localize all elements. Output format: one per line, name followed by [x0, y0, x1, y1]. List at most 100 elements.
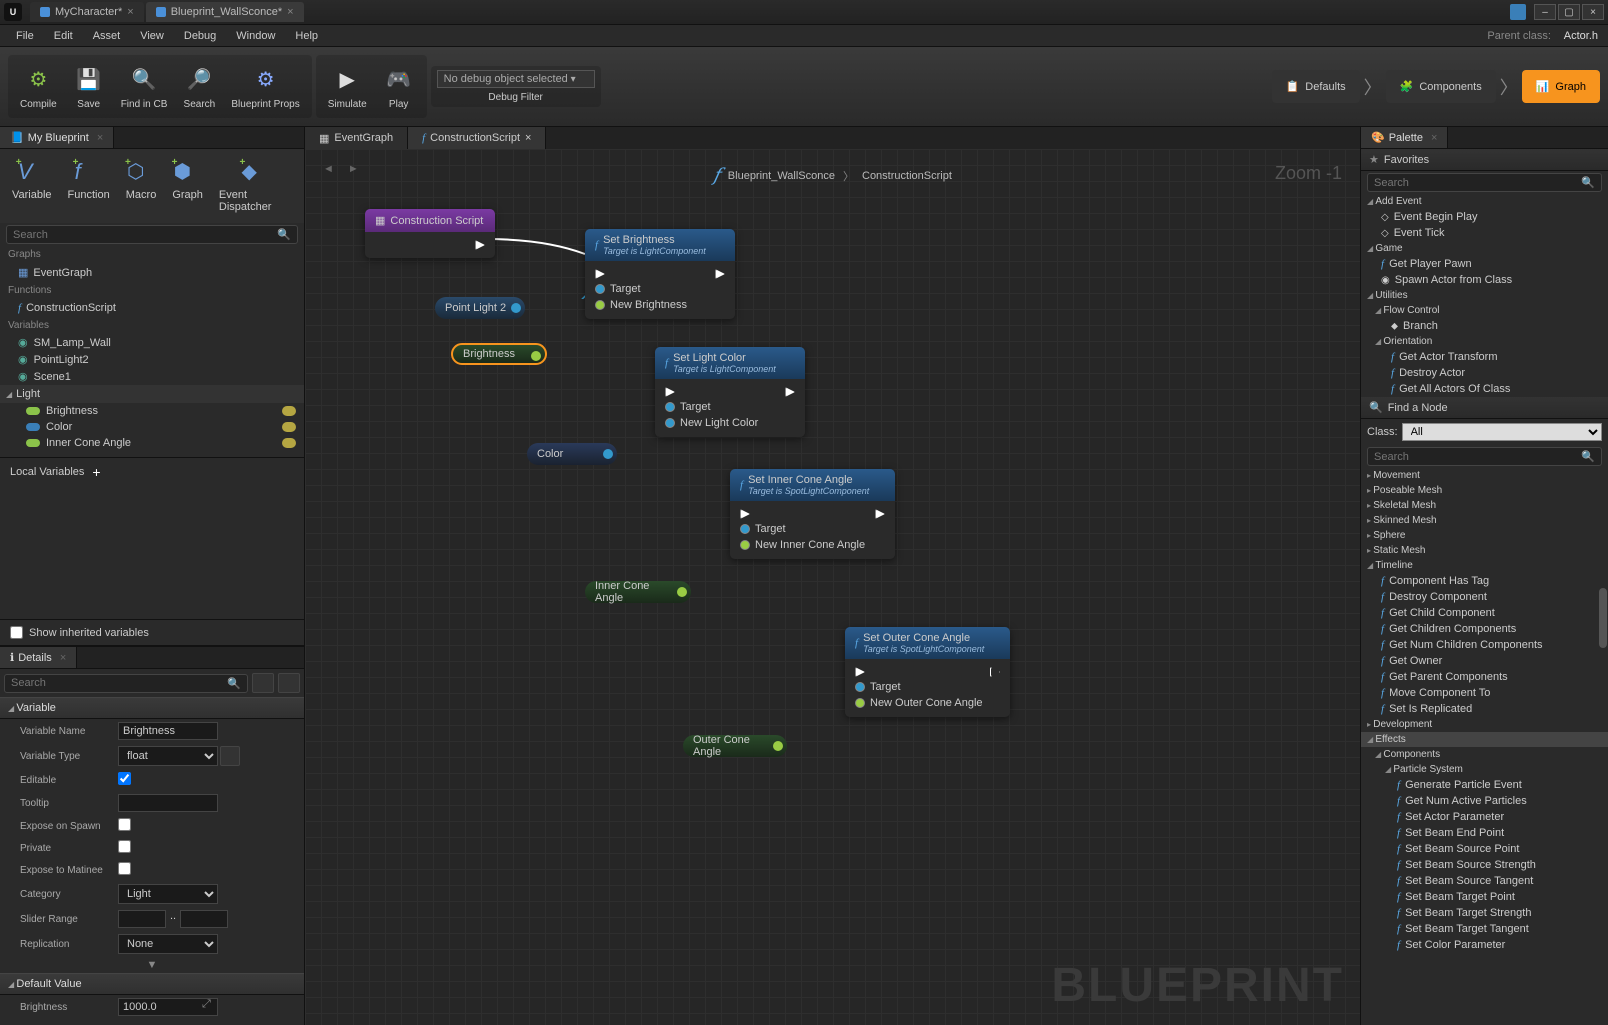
compile-button[interactable]: ⚙Compile — [12, 59, 65, 114]
nav-fwd-button[interactable]: ► — [348, 163, 359, 175]
menu-view[interactable]: View — [130, 27, 174, 45]
var-lamp[interactable]: ◉SM_Lamp_Wall — [0, 334, 304, 351]
add-local-var-button[interactable]: + — [92, 464, 100, 480]
var-brightness[interactable]: Brightness — [0, 403, 304, 419]
palette-category[interactable]: Poseable Mesh — [1361, 483, 1608, 498]
expose-spawn-checkbox[interactable] — [118, 818, 131, 831]
expand-arrow-icon[interactable]: ▼ — [0, 957, 304, 973]
varnode-innercone[interactable]: Inner Cone Angle — [585, 581, 691, 603]
mode-components[interactable]: 🧩Components — [1386, 70, 1496, 103]
type-grid-button[interactable] — [220, 746, 240, 766]
palette-category[interactable]: Sphere — [1361, 528, 1608, 543]
palette-item[interactable]: f Get Children Components — [1361, 621, 1608, 637]
scrollbar-thumb[interactable] — [1599, 588, 1607, 648]
document-tab-mycharacter[interactable]: MyCharacter*× — [30, 2, 144, 22]
varnode-pointlight2[interactable]: Point Light 2 — [435, 297, 525, 319]
show-inherited-checkbox[interactable] — [10, 626, 23, 639]
palette-item[interactable]: ⬥ Branch — [1361, 318, 1608, 334]
default-value-category-header[interactable]: Default Value — [0, 973, 304, 995]
palette-item[interactable]: f Get Num Active Particles — [1361, 793, 1608, 809]
editable-checkbox[interactable] — [118, 772, 131, 785]
varnode-color[interactable]: Color — [527, 443, 617, 465]
palette-item[interactable]: f Move Component To — [1361, 685, 1608, 701]
palette-item[interactable]: f Get Parent Components — [1361, 669, 1608, 685]
mode-defaults[interactable]: 📋Defaults — [1272, 70, 1360, 103]
node-set-brightness[interactable]: fSet BrightnessTarget is LightComponent … — [585, 229, 735, 319]
palette-item[interactable]: f Component Has Tag — [1361, 573, 1608, 589]
add-macro-button[interactable]: +⬡Macro — [120, 155, 163, 217]
expose-matinee-checkbox[interactable] — [118, 862, 131, 875]
palette-item[interactable]: f Get Actor Transform — [1361, 349, 1608, 365]
close-tab-icon[interactable]: × — [287, 6, 293, 18]
palette-item[interactable]: f Set Beam End Point — [1361, 825, 1608, 841]
add-graph-button[interactable]: +⬢Graph — [166, 155, 209, 217]
variable-type-select[interactable]: float — [118, 746, 218, 766]
palette-search-1[interactable]: 🔍 — [1367, 173, 1602, 192]
tooltip-input[interactable] — [118, 794, 218, 812]
class-select[interactable]: All — [1402, 423, 1602, 441]
menu-file[interactable]: File — [6, 27, 44, 45]
palette-item[interactable]: f Destroy Actor — [1361, 365, 1608, 381]
close-icon[interactable]: × — [97, 132, 103, 144]
favorites-header[interactable]: ★Favorites — [1361, 149, 1608, 171]
tab-my-blueprint[interactable]: 📘 My Blueprint× — [0, 127, 114, 148]
find-node-header[interactable]: 🔍Find a Node — [1361, 397, 1608, 419]
palette-category[interactable]: Skeletal Mesh — [1361, 498, 1608, 513]
tab-constructionscript[interactable]: f ConstructionScript × — [408, 127, 546, 149]
var-scene1[interactable]: ◉Scene1 — [0, 368, 304, 385]
palette-item[interactable]: ◇ Event Begin Play — [1361, 209, 1608, 225]
simulate-button[interactable]: ▶Simulate — [320, 59, 375, 114]
category-select[interactable]: Light — [118, 884, 218, 904]
play-button[interactable]: 🎮Play — [375, 59, 423, 114]
save-button[interactable]: 💾Save — [65, 59, 113, 114]
palette-item[interactable]: f Set Color Parameter — [1361, 937, 1608, 953]
palette-item[interactable]: f Set Beam Source Strength — [1361, 857, 1608, 873]
add-dispatcher-button[interactable]: +◆Event Dispatcher — [213, 155, 298, 217]
palette-item[interactable]: f Set Beam Source Point — [1361, 841, 1608, 857]
close-tab-icon[interactable]: × — [127, 6, 133, 18]
utilities-category[interactable]: Utilities — [1361, 288, 1608, 303]
node-set-light-color[interactable]: fSet Light ColorTarget is LightComponent… — [655, 347, 805, 437]
view-options-button[interactable] — [252, 673, 274, 693]
variable-category-header[interactable]: Variable — [0, 697, 304, 719]
menu-debug[interactable]: Debug — [174, 27, 226, 45]
palette-item[interactable]: ◇ Event Tick — [1361, 225, 1608, 241]
category-light[interactable]: Light — [0, 385, 304, 403]
palette-category[interactable]: Skinned Mesh — [1361, 513, 1608, 528]
search-button[interactable]: 🔎Search — [175, 59, 223, 114]
blueprint-props-button[interactable]: ⚙Blueprint Props — [223, 59, 307, 114]
mode-graph[interactable]: 📊Graph — [1522, 70, 1600, 103]
palette-item[interactable]: f Destroy Component — [1361, 589, 1608, 605]
palette-item[interactable]: f Set Is Replicated — [1361, 701, 1608, 717]
palette-category[interactable]: Development — [1361, 717, 1608, 732]
palette-category[interactable]: Static Mesh — [1361, 543, 1608, 558]
palette-item[interactable]: f Set Beam Target Point — [1361, 889, 1608, 905]
menu-edit[interactable]: Edit — [44, 27, 83, 45]
menu-help[interactable]: Help — [285, 27, 328, 45]
addevent-category[interactable]: Add Event — [1361, 194, 1608, 209]
palette-category[interactable]: Movement — [1361, 468, 1608, 483]
palette-item[interactable]: f Set Actor Parameter — [1361, 809, 1608, 825]
chat-icon[interactable] — [1510, 4, 1526, 20]
palette-item[interactable]: f Get Player Pawn — [1361, 256, 1608, 272]
var-innercone[interactable]: Inner Cone Angle — [0, 435, 304, 451]
palette-item[interactable]: f Set Beam Target Tangent — [1361, 921, 1608, 937]
palette-item[interactable]: f Set Beam Source Tangent — [1361, 873, 1608, 889]
tab-palette[interactable]: 🎨 Palette× — [1361, 127, 1448, 148]
varnode-brightness[interactable]: Brightness — [451, 343, 547, 365]
variable-name-input[interactable] — [118, 722, 218, 740]
palette-search-2[interactable]: 🔍 — [1367, 447, 1602, 466]
minimize-button[interactable]: – — [1534, 4, 1556, 20]
var-pointlight2[interactable]: ◉PointLight2 — [0, 351, 304, 368]
menu-window[interactable]: Window — [226, 27, 285, 45]
maximize-button[interactable]: ▢ — [1558, 4, 1580, 20]
tab-eventgraph[interactable]: ▦ EventGraph — [305, 127, 408, 149]
palette-item[interactable]: f Set Beam Target Strength — [1361, 905, 1608, 921]
node-construction-script[interactable]: ▦Construction Script — [365, 209, 495, 258]
constructionscript-item[interactable]: fConstructionScript — [0, 299, 304, 317]
add-variable-button[interactable]: +VVariable — [6, 155, 58, 217]
eventgraph-item[interactable]: ▦EventGraph — [0, 263, 304, 282]
close-button[interactable]: × — [1582, 4, 1604, 20]
menu-asset[interactable]: Asset — [83, 27, 131, 45]
palette-category[interactable]: Effects — [1361, 732, 1608, 747]
